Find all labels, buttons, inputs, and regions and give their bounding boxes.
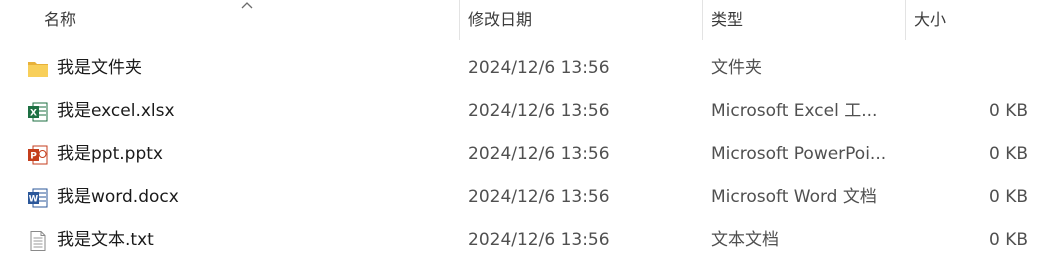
file-row[interactable]: W 我是word.docx 2024/12/6 13:56 Microsoft … <box>0 176 1042 219</box>
file-size: 0 KB <box>988 101 1028 121</box>
column-header-name-label: 名称 <box>44 10 77 29</box>
column-header-type-label: 类型 <box>711 10 744 29</box>
file-row[interactable]: P 我是ppt.pptx 2024/12/6 13:56 Microsoft P… <box>0 133 1042 176</box>
file-name: 我是文本.txt <box>57 230 154 250</box>
column-header-size[interactable]: 大小 <box>908 0 1028 40</box>
file-type: 文件夹 <box>711 58 762 78</box>
powerpoint-file-icon: P <box>28 145 48 165</box>
sort-ascending-icon <box>241 2 253 9</box>
file-type: 文本文档 <box>711 230 779 250</box>
svg-text:W: W <box>29 195 39 205</box>
file-row[interactable]: 我是文件夹 2024/12/6 13:56 文件夹 <box>0 47 1042 90</box>
file-size: 0 KB <box>988 230 1028 250</box>
word-file-icon: W <box>28 188 48 208</box>
folder-icon <box>28 62 48 77</box>
svg-text:P: P <box>30 152 37 162</box>
text-file-icon <box>30 231 46 251</box>
excel-file-icon: X <box>28 102 48 122</box>
file-size: 0 KB <box>988 187 1028 207</box>
file-modified-date: 2024/12/6 13:56 <box>468 230 610 250</box>
file-type: Microsoft PowerPoi... <box>711 144 887 164</box>
file-name: 我是文件夹 <box>57 58 142 78</box>
file-name: 我是excel.xlsx <box>57 101 175 121</box>
file-size: 0 KB <box>988 144 1028 164</box>
column-header-modified[interactable]: 修改日期 <box>462 0 702 40</box>
file-type: Microsoft Excel 工... <box>711 101 878 121</box>
column-header-size-label: 大小 <box>914 10 947 29</box>
column-header-type[interactable]: 类型 <box>705 0 905 40</box>
file-modified-date: 2024/12/6 13:56 <box>468 58 610 78</box>
column-header-bar: 名称 修改日期 类型 大小 <box>0 0 1042 40</box>
file-modified-date: 2024/12/6 13:56 <box>468 144 610 164</box>
column-divider[interactable] <box>905 0 906 40</box>
column-divider[interactable] <box>702 0 703 40</box>
file-modified-date: 2024/12/6 13:56 <box>468 187 610 207</box>
file-row[interactable]: X 我是excel.xlsx 2024/12/6 13:56 Microsoft… <box>0 90 1042 133</box>
column-divider[interactable] <box>459 0 460 40</box>
file-modified-date: 2024/12/6 13:56 <box>468 101 610 121</box>
svg-text:X: X <box>30 109 37 119</box>
file-row[interactable]: 我是文本.txt 2024/12/6 13:56 文本文档 0 KB <box>0 219 1042 262</box>
file-name: 我是ppt.pptx <box>57 144 163 164</box>
file-type: Microsoft Word 文档 <box>711 187 877 207</box>
file-name: 我是word.docx <box>57 187 179 207</box>
column-header-modified-label: 修改日期 <box>468 10 533 29</box>
